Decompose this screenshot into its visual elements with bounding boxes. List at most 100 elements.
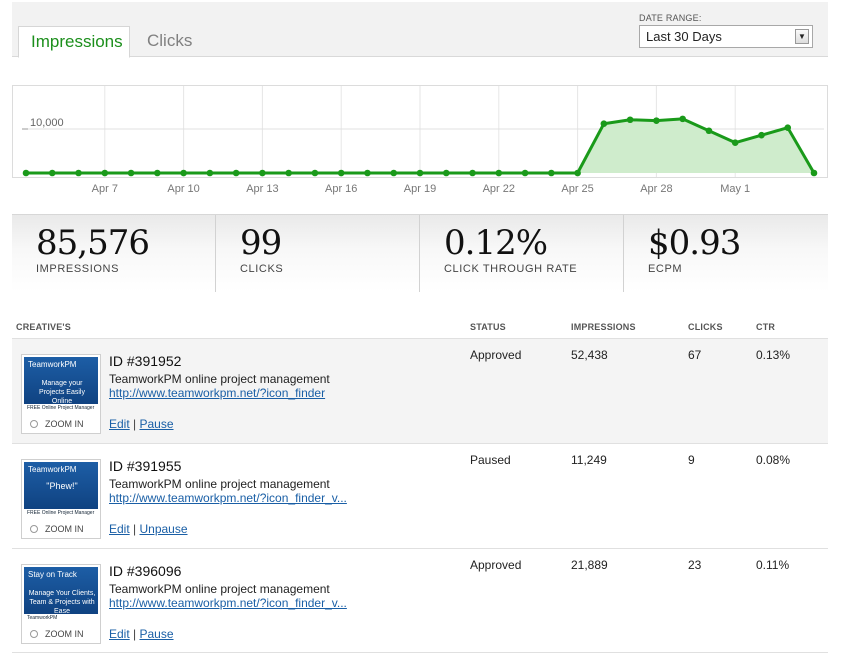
unpause-link[interactable]: Unpause	[139, 522, 187, 536]
x-tick-label: Apr 28	[640, 183, 672, 195]
stat-clicks: 99 CLICKS	[216, 215, 420, 292]
column-header-status: STATUS	[470, 322, 506, 332]
table-row: Stay on Track Manage Your Clients, Team …	[12, 548, 828, 653]
x-tick-label: Apr 7	[92, 183, 118, 195]
creative-description: TeamworkPM online project management	[109, 477, 330, 491]
table-row: TeamworkPM Manage your Projects Easily O…	[12, 338, 828, 443]
data-point	[22, 169, 30, 177]
data-point	[574, 169, 581, 177]
date-range-label: DATE RANGE:	[639, 13, 702, 23]
data-point	[48, 169, 56, 177]
row-actions: Edit | Pause	[109, 627, 174, 641]
edit-link[interactable]: Edit	[109, 627, 130, 641]
banner-footer: FREE Online Project Manager	[24, 509, 98, 518]
data-point	[285, 169, 292, 177]
status-cell: Paused	[470, 453, 511, 467]
chart-canvas: 10,000 Apr 7 Apr 10 Apr 13 Apr 16 Apr 19 Apr 2…	[12, 85, 828, 195]
zoom-in-label: ZOOM IN	[45, 419, 84, 429]
zoom-in-button[interactable]: ZOOM IN	[24, 417, 98, 431]
x-tick-label: Apr 13	[246, 183, 278, 195]
pause-link[interactable]: Pause	[139, 417, 173, 431]
status-cell: Approved	[470, 348, 522, 362]
banner-brand: Stay on Track	[28, 570, 77, 579]
data-point	[206, 169, 214, 177]
stat-value: 85,576	[36, 223, 150, 263]
creative-url-link[interactable]: http://www.teamworkpm.net/?icon_finder_v…	[109, 491, 347, 505]
column-header-creatives: CREATIVE'S	[16, 322, 71, 332]
stat-ctr: 0.12% CLICK THROUGH RATE	[420, 215, 624, 292]
data-point	[232, 169, 240, 177]
zoom-in-label: ZOOM IN	[45, 629, 84, 639]
date-range-select[interactable]: Last 30 Days ▼	[639, 25, 813, 48]
edit-link[interactable]: Edit	[109, 522, 130, 536]
stat-value: $0.93	[648, 223, 741, 263]
creative-description: TeamworkPM online project management	[109, 372, 330, 386]
x-tick-label: Apr 22	[483, 183, 515, 195]
stat-label: ECPM	[648, 263, 683, 275]
stat-label: CLICKS	[240, 263, 284, 275]
clicks-cell: 23	[688, 558, 702, 572]
zoom-in-button[interactable]: ZOOM IN	[24, 627, 98, 641]
magnifier-icon	[30, 525, 38, 533]
data-point	[600, 120, 608, 128]
x-tick-label: May 1	[720, 183, 750, 195]
creative-thumbnail[interactable]: TeamworkPM "Phew!" FREE Online Project M…	[21, 459, 101, 539]
pause-link[interactable]: Pause	[139, 627, 173, 641]
creative-id: ID #396096	[109, 563, 182, 579]
data-point	[705, 127, 713, 135]
x-tick-label: Apr 19	[404, 183, 436, 195]
data-point	[390, 169, 398, 177]
data-point	[469, 169, 476, 177]
impressions-cell: 11,249	[571, 453, 607, 467]
clicks-cell: 9	[688, 453, 695, 467]
data-point	[679, 115, 686, 123]
date-range-value: Last 30 Days	[646, 29, 722, 44]
row-actions: Edit | Unpause	[109, 522, 188, 536]
column-header-impressions: IMPRESSIONS	[571, 322, 636, 332]
banner-tagline: "Phew!"	[46, 481, 78, 491]
data-point	[364, 169, 371, 177]
banner-brand: TeamworkPM	[28, 465, 77, 474]
ctr-cell: 0.11%	[756, 558, 790, 572]
data-point	[311, 169, 319, 177]
zoom-in-label: ZOOM IN	[45, 524, 84, 534]
ctr-cell: 0.13%	[756, 348, 791, 362]
banner-tagline: Manage Your Clients, Team & Projects wit…	[28, 590, 96, 615]
creative-url-link[interactable]: http://www.teamworkpm.net/?icon_finder_v…	[109, 596, 347, 610]
y-tick-label: 10,000	[30, 117, 64, 129]
data-point	[101, 169, 109, 177]
creative-banner-image: TeamworkPM "Phew!" FREE Online Project M…	[24, 462, 98, 518]
creative-thumbnail[interactable]: TeamworkPM Manage your Projects Easily O…	[21, 354, 101, 434]
data-point	[758, 131, 765, 139]
data-point	[75, 169, 82, 177]
data-point	[337, 169, 345, 177]
tab-clicks[interactable]: Clicks	[135, 26, 204, 58]
data-point	[653, 117, 660, 124]
creative-banner-image: TeamworkPM Manage your Projects Easily O…	[24, 357, 98, 413]
impressions-cell: 52,438	[571, 348, 608, 362]
clicks-cell: 67	[688, 348, 702, 362]
data-point	[180, 169, 187, 177]
zoom-in-button[interactable]: ZOOM IN	[24, 522, 98, 536]
data-point	[259, 169, 266, 177]
data-point	[127, 169, 135, 177]
impressions-chart: 10,000 Apr 7 Apr 10 Apr 13 Apr 16 Apr 19 Apr 2…	[12, 85, 828, 205]
data-point	[731, 139, 739, 146]
tab-impressions[interactable]: Impressions	[18, 26, 130, 58]
creative-url-link[interactable]: http://www.teamworkpm.net/?icon_finder	[109, 386, 325, 400]
edit-link[interactable]: Edit	[109, 417, 130, 431]
banner-footer: TeamworkPM	[24, 614, 98, 623]
stat-ecpm: $0.93 ECPM	[624, 215, 828, 292]
dropdown-arrow-icon[interactable]: ▼	[795, 29, 809, 44]
magnifier-icon	[30, 420, 38, 428]
banner-footer: FREE Online Project Manager	[24, 404, 98, 413]
data-point	[548, 169, 555, 177]
creative-thumbnail[interactable]: Stay on Track Manage Your Clients, Team …	[21, 564, 101, 644]
table-row: TeamworkPM "Phew!" FREE Online Project M…	[12, 443, 828, 548]
data-point	[442, 169, 450, 177]
stat-label: CLICK THROUGH RATE	[444, 263, 578, 275]
stat-value: 99	[240, 223, 282, 263]
top-bar: Impressions Clicks DATE RANGE: Last 30 D…	[12, 2, 828, 58]
banner-brand: TeamworkPM	[28, 360, 77, 369]
stat-impressions: 85,576 IMPRESSIONS	[12, 215, 216, 292]
